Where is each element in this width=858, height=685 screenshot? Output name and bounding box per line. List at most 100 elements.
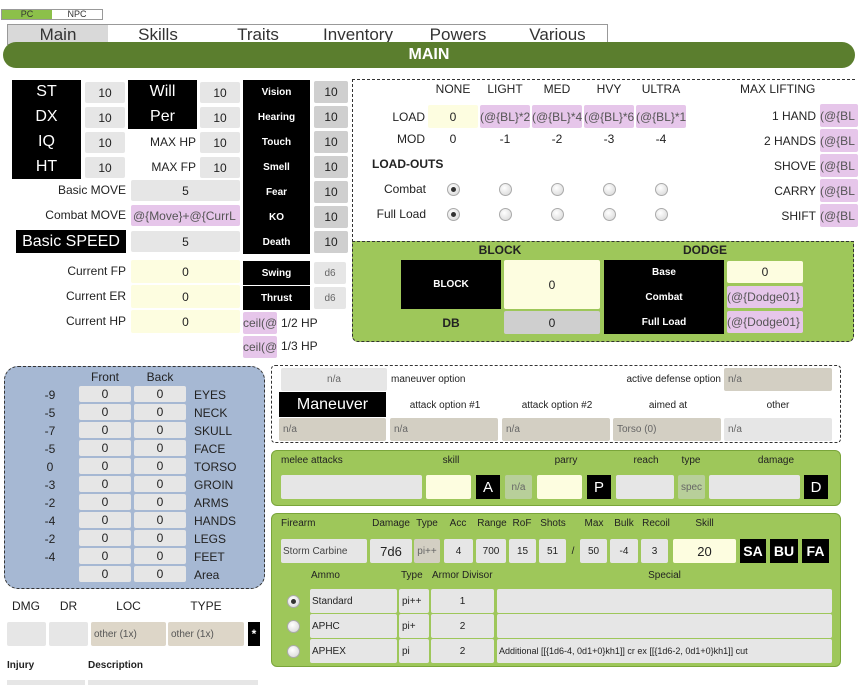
hit-front-face[interactable]: 0 [79,440,131,456]
type-select[interactable]: other (1x) [168,622,244,646]
hit-front-arms[interactable]: 0 [79,494,131,510]
ammo-special-standard[interactable] [497,589,832,613]
hit-back-skull[interactable]: 0 [134,422,186,438]
max-hp-input[interactable]: 10 [200,132,240,153]
pc-toggle[interactable]: PC [2,10,52,19]
hit-back-area[interactable]: 0 [134,566,186,582]
firearm-bulk-input[interactable]: -4 [610,539,638,563]
melee-p-button[interactable]: P [587,475,611,499]
melee-attack-select[interactable] [281,475,422,499]
will-input[interactable]: 10 [200,82,240,103]
maneuver-select-0[interactable]: n/a [279,418,386,441]
star-button[interactable]: * [248,622,260,646]
full-loadout-radio-2[interactable] [551,208,564,221]
block-input[interactable]: 0 [504,260,600,309]
full-loadout-radio-0[interactable] [447,208,460,221]
dr-input[interactable] [49,622,88,646]
dodge-value-0[interactable]: 0 [727,261,803,283]
ammo-special-aphex[interactable]: Additional [[{1d6-4, 0d1+0}kh1]] cr ex [… [497,639,832,663]
ammo-name-aphc[interactable]: APHC [310,614,397,638]
melee-skill-input[interactable] [426,475,471,499]
injury-input[interactable] [7,680,85,685]
combat-loadout-radio-3[interactable] [603,183,616,196]
ammo-divisor-standard[interactable]: 1 [431,589,494,613]
combat-loadout-radio-2[interactable] [551,183,564,196]
hit-back-feet[interactable]: 0 [134,548,186,564]
sense-input-ko[interactable]: 10 [314,206,348,228]
db-input[interactable]: 0 [504,311,600,334]
description-input[interactable] [88,680,258,685]
firearm-recoil-input[interactable]: 3 [641,539,668,563]
firearm-shots-input[interactable]: 51 [539,539,566,563]
load-value-0[interactable]: 0 [428,105,478,128]
hit-front-area[interactable]: 0 [79,566,131,582]
hit-front-skull[interactable]: 0 [79,422,131,438]
active-defense-select[interactable]: n/a [724,368,832,391]
firearm-range-input[interactable]: 700 [476,539,506,563]
hit-back-legs[interactable]: 0 [134,530,186,546]
ammo-radio-aphc[interactable] [287,620,300,633]
attr-iq-input[interactable]: 10 [85,132,125,153]
melee-d-button[interactable]: D [804,475,828,499]
basic-move-input[interactable]: 5 [131,180,240,201]
melee-reach-input[interactable] [616,475,674,499]
npc-toggle[interactable]: NPC [52,10,102,19]
hit-back-torso[interactable]: 0 [134,458,186,474]
ammo-type-aphc[interactable]: pi+ [399,614,429,638]
loc-select[interactable]: other (1x) [91,622,166,646]
maneuver-option-select[interactable]: n/a [281,368,387,391]
firearm-bu-button[interactable]: BU [770,539,798,563]
combat-loadout-radio-0[interactable] [447,183,460,196]
attr-st-input[interactable]: 10 [85,82,125,103]
maneuver-select-2[interactable]: n/a [502,418,610,441]
hit-front-neck[interactable]: 0 [79,404,131,420]
sense-input-smell[interactable]: 10 [314,156,348,178]
full-loadout-radio-4[interactable] [655,208,668,221]
firearm-name-input[interactable]: Storm Carbine [281,539,367,563]
dmg-input[interactable] [7,622,46,646]
maneuver-select-3[interactable]: Torso (0) [613,418,721,441]
hit-back-eyes[interactable]: 0 [134,386,186,402]
max-fp-input[interactable]: 10 [200,157,240,178]
sense-input-death[interactable]: 10 [314,231,348,253]
ammo-type-aphex[interactable]: pi [399,639,429,663]
hit-front-legs[interactable]: 0 [79,530,131,546]
firearm-damage-input[interactable]: 7d6 [370,539,412,563]
hit-back-groin[interactable]: 0 [134,476,186,492]
firearm-sa-button[interactable]: SA [740,539,766,563]
hit-front-hands[interactable]: 0 [79,512,131,528]
firearm-acc-input[interactable]: 4 [444,539,473,563]
hit-front-groin[interactable]: 0 [79,476,131,492]
ammo-special-aphc[interactable] [497,614,832,638]
attr-ht-input[interactable]: 10 [85,157,125,178]
firearm-type-select[interactable]: pi++ [414,539,440,563]
ammo-radio-aphex[interactable] [287,645,300,658]
melee-damage-input[interactable] [709,475,800,499]
firearm-rof-input[interactable]: 15 [509,539,536,563]
sense-input-hearing[interactable]: 10 [314,106,348,128]
current-fp-input[interactable]: 0 [131,260,240,283]
hit-back-neck[interactable]: 0 [134,404,186,420]
ammo-divisor-aphc[interactable]: 2 [431,614,494,638]
firearm-max-input[interactable]: 50 [580,539,607,563]
attr-dx-input[interactable]: 10 [85,107,125,128]
ammo-name-aphex[interactable]: APHEX [310,639,397,663]
sense-input-fear[interactable]: 10 [314,181,348,203]
basic-speed-input[interactable]: 5 [131,231,240,252]
full-loadout-radio-1[interactable] [499,208,512,221]
sense-input-vision[interactable]: 10 [314,81,348,103]
ammo-radio-standard[interactable] [287,595,300,608]
sense-input-touch[interactable]: 10 [314,131,348,153]
ammo-type-standard[interactable]: pi++ [399,589,429,613]
ammo-name-standard[interactable]: Standard [310,589,397,613]
combat-loadout-radio-1[interactable] [499,183,512,196]
firearm-fa-button[interactable]: FA [802,539,829,563]
ammo-divisor-aphex[interactable]: 2 [431,639,494,663]
hit-front-feet[interactable]: 0 [79,548,131,564]
melee-a-button[interactable]: A [476,475,500,499]
hit-back-hands[interactable]: 0 [134,512,186,528]
current-er-input[interactable]: 0 [131,285,240,308]
combat-loadout-radio-4[interactable] [655,183,668,196]
hit-back-arms[interactable]: 0 [134,494,186,510]
melee-parry-input[interactable] [537,475,582,499]
